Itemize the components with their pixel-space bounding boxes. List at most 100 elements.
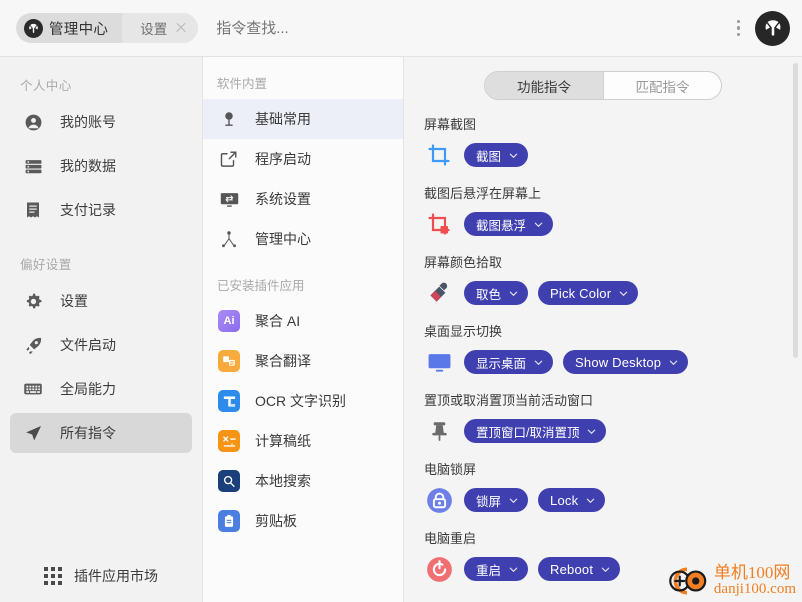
local-search-app-icon: [217, 469, 241, 493]
crop-red-icon: [424, 209, 454, 239]
calculator-app-icon: [217, 429, 241, 453]
ocr-app-icon: [217, 389, 241, 413]
tab-management-center[interactable]: 管理中心: [16, 13, 123, 43]
command-group-title: 桌面显示切换: [424, 324, 503, 339]
plugin-item-ocr[interactable]: OCR 文字识别: [203, 381, 403, 421]
rocket-icon: [22, 336, 44, 355]
category-item-system-settings[interactable]: 系统设置: [203, 179, 403, 219]
plugin-item-clipboard[interactable]: 剪贴板: [203, 501, 403, 541]
sidebar-item-payment-records[interactable]: 支付记录: [10, 190, 192, 230]
lock-icon: [424, 485, 454, 515]
tab-settings[interactable]: 设置: [122, 13, 199, 43]
tab-function-commands[interactable]: 功能指令: [485, 72, 603, 99]
brand-logo-icon: [24, 18, 43, 38]
command-pill-show-desktop-en[interactable]: Show Desktop: [563, 350, 689, 374]
command-group-title: 电脑锁屏: [424, 462, 477, 477]
crop-blue-icon: [424, 140, 454, 170]
clipboard-app-badge: [218, 510, 240, 532]
category-item-program-launch[interactable]: 程序启动: [203, 139, 403, 179]
vertical-scrollbar[interactable]: [793, 63, 798, 358]
receipt-icon: [22, 201, 44, 219]
command-pill-lock-cn[interactable]: 锁屏: [464, 488, 529, 512]
tab-matched-commands[interactable]: 匹配指令: [603, 72, 721, 99]
command-pill-pick-color-en[interactable]: Pick Color: [538, 281, 639, 305]
clipboard-app-icon: [217, 509, 241, 533]
sidebar: 个人中心 我的账号 我的数据 支付记录 偏好设置 设置 文件启动 全局能力 所有…: [0, 57, 203, 602]
external-link-icon: [217, 147, 241, 171]
database-list-icon: [22, 157, 44, 176]
more-vertical-icon[interactable]: [734, 16, 744, 41]
category-item-basic-common[interactable]: 基础常用: [203, 99, 403, 139]
sidebar-item-label: 我的数据: [60, 158, 116, 174]
command-row: 截图: [424, 140, 802, 170]
plugin-item-aggregate-ai[interactable]: Ai 聚合 AI: [203, 301, 403, 341]
command-pill-label: 截图悬浮: [476, 218, 527, 233]
sidebar-item-my-account[interactable]: 我的账号: [10, 102, 192, 142]
chevron-down-icon: [601, 567, 610, 572]
command-group-screenshot-float: 截图后悬浮在屏幕上 截图悬浮: [424, 183, 802, 239]
monitor-icon: [424, 347, 454, 377]
sidebar-item-label: 全局能力: [60, 381, 116, 397]
command-pill-reboot-en[interactable]: Reboot: [538, 557, 621, 581]
plugin-item-label: 聚合翻译: [255, 353, 311, 369]
command-row: 显示桌面 Show Desktop: [424, 347, 802, 377]
command-pill-pick-color-cn[interactable]: 取色: [464, 281, 529, 305]
chevron-down-icon: [619, 291, 628, 296]
command-row: 重启 Reboot: [424, 554, 802, 584]
category-item-management-center[interactable]: 管理中心: [203, 219, 403, 259]
ai-app-icon: Ai: [217, 309, 241, 333]
sidebar-item-label: 文件启动: [60, 337, 116, 353]
sidebar-item-global-ability[interactable]: 全局能力: [10, 369, 192, 409]
plugin-item-label: 本地搜索: [255, 473, 311, 489]
category-item-label: 程序启动: [255, 151, 311, 167]
plugin-item-calc-paper[interactable]: 计算稿纸: [203, 421, 403, 461]
command-pill-lock-en[interactable]: Lock: [538, 488, 606, 512]
command-pill-screenshot-float[interactable]: 截图悬浮: [464, 212, 554, 236]
plugin-item-local-search[interactable]: 本地搜索: [203, 461, 403, 501]
sidebar-item-all-commands[interactable]: 所有指令: [10, 413, 192, 453]
plugin-item-label: 聚合 AI: [255, 313, 301, 329]
command-group-title: 屏幕截图: [424, 117, 477, 132]
sidebar-section-title-personal: 个人中心: [20, 79, 72, 93]
main-body: 个人中心 我的账号 我的数据 支付记录 偏好设置 设置 文件启动 全局能力 所有…: [0, 57, 802, 602]
plugin-item-aggregate-translate[interactable]: 聚合翻译: [203, 341, 403, 381]
command-pill-label: Reboot: [550, 561, 594, 577]
chevron-down-icon: [509, 291, 518, 296]
command-group-title: 电脑重启: [424, 531, 477, 546]
command-row: 置顶窗口/取消置顶: [424, 416, 802, 446]
keyboard-icon: [22, 379, 44, 399]
close-icon[interactable]: [174, 21, 188, 35]
command-group-pin-window: 置顶或取消置顶当前活动窗口 置顶窗口/取消置顶: [424, 390, 802, 446]
pushpin-icon: [424, 416, 454, 446]
chevron-down-icon: [669, 360, 678, 365]
brand-badge-icon[interactable]: [755, 10, 790, 46]
search-input[interactable]: [216, 19, 734, 37]
segmented-control: 功能指令 匹配指令: [484, 71, 722, 100]
sidebar-item-plugin-market[interactable]: 插件应用市场: [0, 550, 202, 602]
chevron-down-icon: [534, 360, 543, 365]
tab-group: 管理中心 设置: [16, 13, 199, 43]
translate-app-badge: [218, 350, 240, 372]
sidebar-item-settings[interactable]: 设置: [10, 281, 192, 321]
chevron-down-icon: [509, 498, 518, 503]
command-pill-pin-window[interactable]: 置顶窗口/取消置顶: [464, 419, 607, 443]
command-pill-label: 取色: [476, 287, 502, 302]
sidebar-item-label: 支付记录: [60, 202, 116, 218]
sidebar-item-file-launch[interactable]: 文件启动: [10, 325, 192, 365]
category-item-label: 管理中心: [255, 231, 311, 247]
category-item-label: 系统设置: [255, 191, 311, 207]
command-pill-screenshot[interactable]: 截图: [464, 143, 529, 167]
command-list: 屏幕截图 截图 截图后悬浮在屏幕上 截图悬浮 屏幕颜色拾取 取色 Pick Co…: [404, 100, 802, 584]
command-pill-show-desktop-cn[interactable]: 显示桌面: [464, 350, 554, 374]
sidebar-section-title-preferences: 偏好设置: [20, 258, 72, 272]
tab-management-center-label: 管理中心: [49, 21, 109, 38]
command-pill-reboot-cn[interactable]: 重启: [464, 557, 529, 581]
command-group-lock: 电脑锁屏 锁屏 Lock: [424, 459, 802, 515]
ocr-app-badge: [218, 390, 240, 412]
sidebar-item-my-data[interactable]: 我的数据: [10, 146, 192, 186]
command-group-title: 屏幕颜色拾取: [424, 255, 503, 270]
ai-app-badge: Ai: [218, 310, 240, 332]
navigation-arrow-icon: [22, 424, 44, 443]
calculator-app-badge: [218, 430, 240, 452]
